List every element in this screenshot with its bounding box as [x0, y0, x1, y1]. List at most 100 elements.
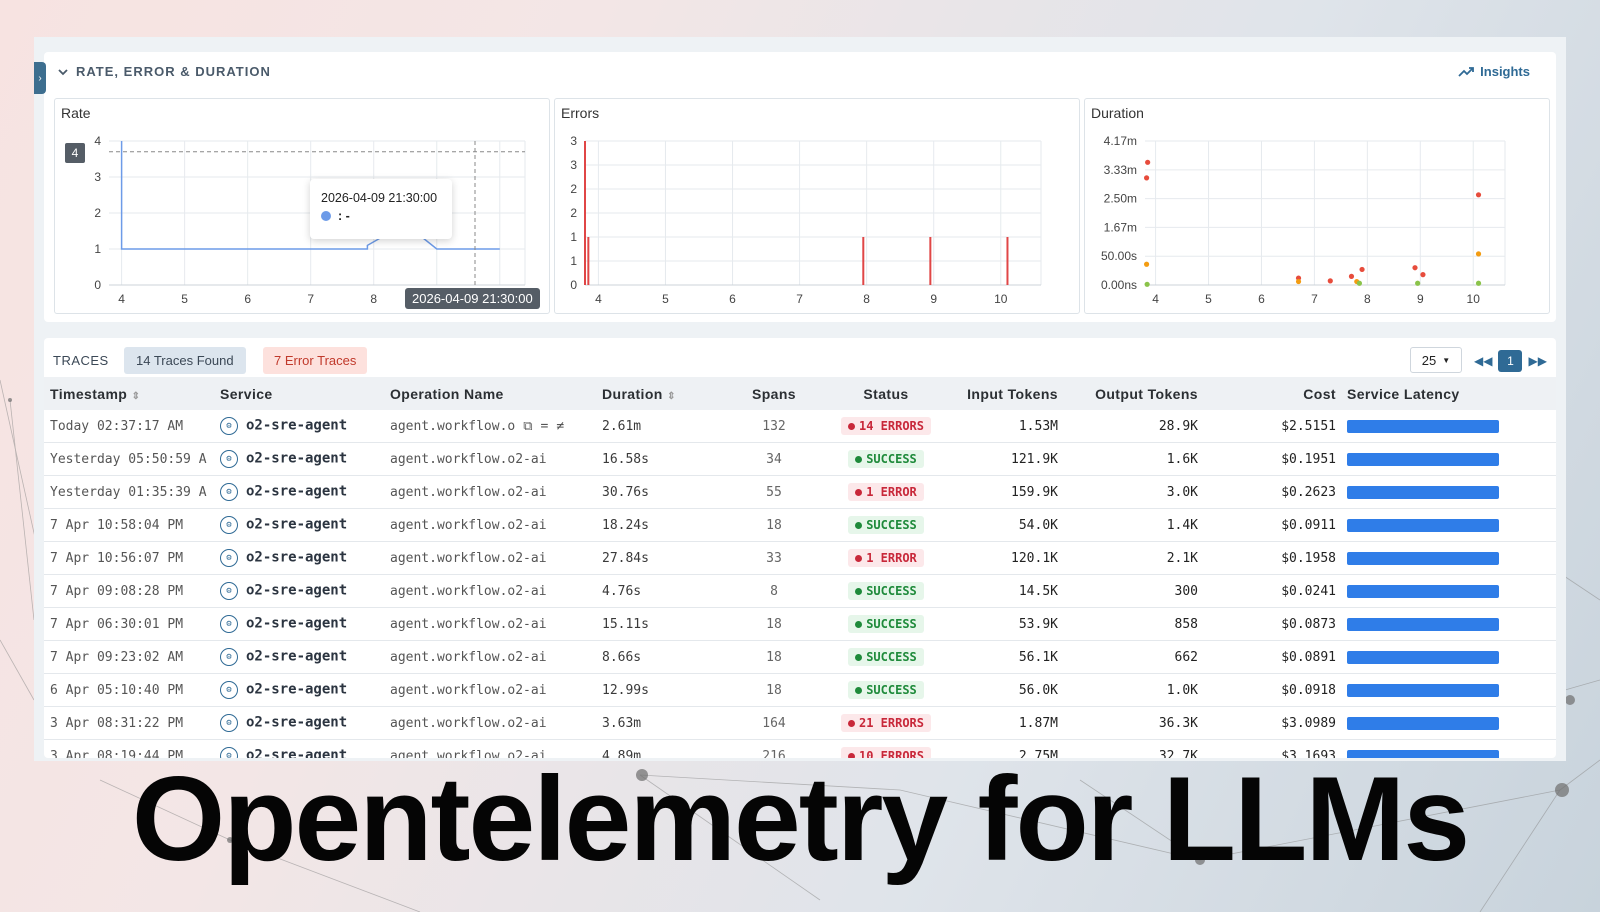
- cell-spans: 18: [733, 607, 815, 641]
- error-traces-badge[interactable]: 7 Error Traces: [263, 347, 368, 374]
- col-duration[interactable]: Duration ⇕: [601, 377, 733, 410]
- x-tick-label: 8: [863, 292, 870, 306]
- x-tick-label: 6: [729, 292, 736, 306]
- col-operation: Operation Name: [389, 377, 601, 410]
- red-section-header[interactable]: RATE, ERROR & DURATION: [58, 64, 271, 79]
- service-icon: ⚙: [220, 549, 238, 567]
- crosshair-x-time: 2026-04-09 21:30:00: [405, 288, 540, 309]
- status-dot: [847, 422, 855, 430]
- duration-chart-svg: 4 5 6 7 8 9 10 0.00ns 50.00s 1.67m 2.50m 3.33m 4.17m: [1101, 134, 1506, 306]
- y-tick-label: 0: [94, 278, 101, 292]
- col-output-tokens: Output Tokens: [1059, 377, 1199, 410]
- page-1-button[interactable]: 1: [1498, 350, 1523, 372]
- cell-output-tokens: 36.3K: [1059, 706, 1199, 740]
- cell-spans: 18: [733, 673, 815, 707]
- y-tick-label: 2.50m: [1104, 192, 1137, 206]
- rate-chart-svg: 4567891001234: [94, 134, 526, 306]
- cell-service-latency: [1337, 541, 1556, 575]
- not-equals-filter-icon[interactable]: ≠: [556, 419, 564, 434]
- cell-status: SUCCESS: [815, 640, 957, 674]
- cell-service-latency: [1337, 410, 1556, 443]
- banner-title: Opentelemetry for LLMs: [131, 752, 1470, 886]
- cell-service-latency: [1337, 574, 1556, 608]
- operation-name: agent.workflow.o2-ai: [390, 550, 547, 566]
- status-dot: [855, 686, 863, 694]
- latency-bar: [1347, 419, 1499, 433]
- col-timestamp-label: Timestamp: [50, 385, 128, 402]
- traces-title: TRACES: [53, 353, 109, 368]
- cell-input-tokens: 121.9K: [957, 442, 1059, 476]
- y-tick-label: 1: [570, 254, 577, 268]
- page-size-select[interactable]: 25 ▼: [1410, 347, 1462, 373]
- cell-input-tokens: 120.1K: [957, 541, 1059, 575]
- col-timestamp[interactable]: Timestamp ⇕: [44, 377, 219, 410]
- service-icon: ⚙: [220, 681, 238, 699]
- operation-name: agent.workflow.o2-ai: [390, 484, 547, 500]
- rate-tooltip: 2026-04-09 21:30:00 : -: [310, 179, 452, 239]
- y-tick-label: 2: [570, 206, 577, 220]
- x-tick-label: 8: [370, 292, 377, 306]
- traces-found-badge[interactable]: 14 Traces Found: [124, 347, 246, 374]
- table-row[interactable]: Yesterday 05:50:59 A ⚙ o2-sre-agent agent.w…: [44, 442, 1556, 476]
- x-tick-label: 9: [930, 292, 937, 306]
- cell-input-tokens: 56.0K: [957, 673, 1059, 707]
- first-page-icon[interactable]: ◀◀: [1474, 354, 1492, 368]
- pagination: ◀◀ 1 ▶▶: [1474, 350, 1547, 372]
- series-dot: [321, 211, 331, 221]
- cell-status: 1 ERROR: [815, 475, 957, 509]
- service-icon: ⚙: [220, 714, 238, 732]
- cell-status: SUCCESS: [815, 607, 957, 641]
- insights-button[interactable]: Insights: [1458, 64, 1530, 79]
- copy-icon[interactable]: ⧉: [523, 419, 532, 434]
- y-tick-label: 3: [94, 170, 101, 184]
- errors-chart-svg: 4 5 6 7 8 9 10 0 1 1 2 2 3 3: [570, 134, 1042, 306]
- cell-timestamp: 7 Apr 10:58:04 PM: [44, 508, 219, 542]
- latency-bar: [1347, 551, 1499, 565]
- cell-timestamp: 7 Apr 09:08:28 PM: [44, 574, 219, 608]
- cell-cost: $0.0911: [1199, 508, 1337, 542]
- table-row[interactable]: Yesterday 01:35:39 A ⚙ o2-sre-agent agent.w…: [44, 475, 1556, 509]
- latency-bar: [1347, 716, 1499, 730]
- cell-spans: 18: [733, 640, 815, 674]
- duration-point: [1327, 278, 1333, 284]
- col-spans: Spans: [733, 377, 815, 410]
- table-row[interactable]: 7 Apr 06:30:01 PM ⚙ o2-sre-agent agent.work…: [44, 607, 1556, 641]
- table-row[interactable]: 3 Apr 08:31:22 PM ⚙ o2-sre-agent agent.work…: [44, 706, 1556, 740]
- cell-duration: 27.84s: [601, 541, 733, 575]
- table-row[interactable]: 6 Apr 05:10:40 PM ⚙ o2-sre-agent agent.work…: [44, 673, 1556, 707]
- table-row[interactable]: 7 Apr 10:58:04 PM ⚙ o2-sre-agent agent.work…: [44, 508, 1556, 542]
- status-dot: [855, 653, 863, 661]
- y-tick-label: 4.17m: [1104, 134, 1137, 148]
- service-name: o2-sre-agent: [246, 450, 348, 467]
- status-text: 14 ERRORS: [858, 419, 925, 433]
- table-row[interactable]: Today 02:37:17 AM ⚙ o2-sre-agent agent.work…: [44, 410, 1556, 443]
- operation-name: agent.workflow.o2-ai: [390, 649, 547, 665]
- table-row[interactable]: 7 Apr 09:23:02 AM ⚙ o2-sre-agent agent.work…: [44, 640, 1556, 674]
- chevron-down-icon: [58, 68, 68, 75]
- operation-name: agent.workflow.o2-ai: [390, 616, 547, 632]
- y-tick-label: 2: [570, 182, 577, 196]
- table-row[interactable]: 7 Apr 09:08:28 PM ⚙ o2-sre-agent agent.work…: [44, 574, 1556, 608]
- status-badge: SUCCESS: [848, 582, 924, 600]
- cell-service: ⚙ o2-sre-agent: [219, 508, 389, 542]
- x-tick-label: 9: [1417, 292, 1424, 306]
- sidebar-toggle-button[interactable]: ›: [34, 62, 46, 94]
- cell-output-tokens: 662: [1059, 640, 1199, 674]
- cell-cost: $0.2623: [1199, 475, 1337, 509]
- last-page-icon[interactable]: ▶▶: [1528, 354, 1546, 368]
- cell-operation: agent.workflow.o ⧉ = ≠: [389, 410, 601, 443]
- service-icon: ⚙: [220, 615, 238, 633]
- equals-filter-icon[interactable]: =: [541, 419, 549, 434]
- cell-spans: 33: [733, 541, 815, 575]
- x-tick-label: 6: [244, 292, 251, 306]
- cell-service: ⚙ o2-sre-agent: [219, 607, 389, 641]
- status-text: 1 ERROR: [866, 485, 917, 499]
- cell-operation: agent.workflow.o2-ai: [389, 442, 601, 476]
- operation-name: agent.workflow.o2-ai: [390, 583, 547, 599]
- y-tick-label: 1.67m: [1104, 220, 1137, 234]
- cell-input-tokens: 54.0K: [957, 508, 1059, 542]
- table-row[interactable]: 7 Apr 10:56:07 PM ⚙ o2-sre-agent agent.work…: [44, 541, 1556, 575]
- cell-status: SUCCESS: [815, 574, 957, 608]
- cell-spans: 132: [733, 410, 815, 443]
- service-name: o2-sre-agent: [246, 516, 348, 533]
